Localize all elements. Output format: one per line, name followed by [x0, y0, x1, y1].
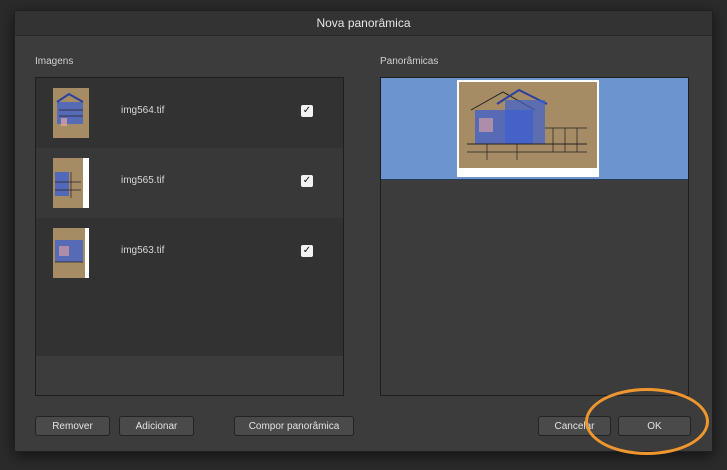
image-filename: img563.tif — [121, 245, 165, 256]
include-checkbox-img565[interactable]: ✓ — [301, 175, 313, 187]
dialog-title: Nova panorâmica — [316, 16, 411, 30]
image-filename: img565.tif — [121, 175, 165, 186]
images-section-label: Imagens — [35, 56, 74, 67]
panoramas-list[interactable] — [380, 77, 689, 396]
list-item-img564[interactable]: img564.tif ✓ — [36, 78, 343, 148]
list-item-img565[interactable]: img565.tif ✓ — [36, 148, 343, 218]
image-filename: img564.tif — [121, 105, 165, 116]
cancel-button[interactable]: Cancelar — [538, 416, 611, 436]
dialog-titlebar[interactable]: Nova panorâmica — [15, 11, 712, 36]
list-empty-row — [36, 288, 343, 356]
list-item-img563[interactable]: img563.tif ✓ — [36, 218, 343, 288]
panorama-thumbnail — [457, 80, 599, 177]
add-button[interactable]: Adicionar — [119, 416, 194, 436]
include-checkbox-img563[interactable]: ✓ — [301, 245, 313, 257]
compose-panorama-button[interactable]: Compor panorâmica — [234, 416, 354, 436]
panoramas-section-label: Panorâmicas — [380, 56, 439, 67]
image-thumbnail-img565 — [53, 158, 89, 208]
images-list[interactable]: img564.tif ✓ img565.tif ✓ img563.tif ✓ — [35, 77, 344, 396]
include-checkbox-img564[interactable]: ✓ — [301, 105, 313, 117]
new-panorama-dialog: Nova panorâmica Imagens Panorâmicas img5… — [14, 10, 713, 452]
image-thumbnail-img563 — [53, 228, 89, 278]
remove-button[interactable]: Remover — [35, 416, 110, 436]
panorama-item-selected[interactable] — [381, 78, 688, 180]
image-thumbnail-img564 — [53, 88, 89, 138]
ok-button[interactable]: OK — [618, 416, 691, 436]
